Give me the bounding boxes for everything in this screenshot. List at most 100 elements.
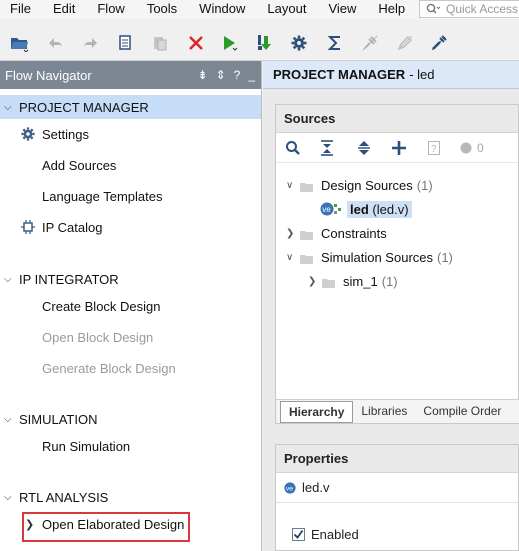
project-manager-header: PROJECT MANAGER - led <box>263 61 519 89</box>
quick-access-placeholder: Quick Access <box>446 2 519 16</box>
project-manager-area: PROJECT MANAGER - led Sources ? 0 ∨ Desi… <box>263 61 519 551</box>
svg-text:ve: ve <box>322 205 331 214</box>
nav-generate-block-design: Generate Block Design <box>42 361 176 376</box>
sources-toolbar: ? 0 <box>276 133 518 163</box>
download-icon[interactable] <box>255 33 275 53</box>
menu-edit[interactable]: Edit <box>42 0 86 19</box>
redo-icon[interactable] <box>80 33 100 53</box>
tree-design-sources[interactable]: ∨ Design Sources (1) <box>286 174 433 196</box>
settings-icon[interactable] <box>289 33 309 53</box>
gear-icon <box>21 127 35 141</box>
menu-layout[interactable]: Layout <box>256 0 317 19</box>
svg-text:ve: ve <box>286 485 293 492</box>
expand-collapse-icon[interactable]: ⇕ <box>216 67 226 83</box>
tab-compile-order[interactable]: Compile Order <box>415 401 509 423</box>
section-ip-integrator: ⌵ IP INTEGRATOR Create Block Design Open… <box>0 267 261 384</box>
no-pin-icon[interactable] <box>360 33 380 53</box>
nav-language-templates[interactable]: Language Templates <box>0 181 261 212</box>
delete-icon[interactable] <box>186 33 206 53</box>
led-source-label[interactable]: led (led.v) <box>347 200 412 218</box>
svg-text:?: ? <box>431 144 437 155</box>
tree-sim-1[interactable]: ❯ sim_1 (1) <box>308 270 398 292</box>
nav-run-simulation[interactable]: Run Simulation <box>0 431 261 462</box>
highlight-box <box>22 512 190 542</box>
collapse-all-icon[interactable]: ⇟ <box>198 67 208 83</box>
project-manager-title: PROJECT MANAGER <box>273 67 406 82</box>
help-icon[interactable]: ? <box>425 139 443 157</box>
pen-icon[interactable] <box>395 33 415 53</box>
sources-title: Sources <box>276 105 518 133</box>
main-toolbar <box>0 19 519 61</box>
flow-navigator-title: Flow Navigator <box>5 67 92 83</box>
search-icon[interactable] <box>284 139 302 157</box>
quick-access-input[interactable]: Quick Access <box>419 0 519 18</box>
flow-navigator-controls: ⇟ ⇕ ? _ <box>198 67 256 83</box>
tree-simulation-sources[interactable]: ∨ Simulation Sources (1) <box>286 246 453 268</box>
section-simulation: ⌵ SIMULATION Run Simulation <box>0 407 261 462</box>
folder-icon <box>300 180 313 192</box>
add-icon[interactable] <box>390 139 408 157</box>
folder-icon <box>300 252 313 264</box>
nav-ip-catalog[interactable]: IP Catalog <box>0 212 261 243</box>
chevron-down-icon[interactable]: ⌵ <box>4 274 19 285</box>
sigma-icon[interactable] <box>325 33 345 53</box>
tab-hierarchy[interactable]: Hierarchy <box>280 400 354 423</box>
folder-icon <box>300 228 313 240</box>
folder-icon <box>322 276 335 288</box>
tree-constraints[interactable]: ❯ Constraints <box>286 222 387 244</box>
wrench-icon[interactable] <box>429 33 449 53</box>
sources-tabs: Hierarchy Libraries Compile Order <box>276 399 519 423</box>
nav-add-sources[interactable]: Add Sources <box>0 150 261 181</box>
properties-file-name: led.v <box>302 480 330 495</box>
circle-icon <box>460 142 472 154</box>
flow-navigator-panel: Flow Navigator ⇟ ⇕ ? _ ⌵ PROJECT MANAGER… <box>0 61 262 551</box>
menu-view[interactable]: View <box>317 0 367 19</box>
sources-panel: Sources ? 0 ∨ Design Sources (1) ve led … <box>275 104 519 424</box>
enabled-label: Enabled <box>311 527 359 542</box>
section-project-manager: ⌵ PROJECT MANAGER Settings Add Sources L… <box>0 95 261 243</box>
chevron-down-icon[interactable]: ⌵ <box>4 414 19 425</box>
menu-help[interactable]: Help <box>367 0 416 19</box>
enabled-checkbox[interactable] <box>292 528 305 541</box>
paste-icon[interactable] <box>150 33 170 53</box>
run-icon[interactable] <box>220 33 240 53</box>
project-name: - led <box>409 67 435 82</box>
chevron-down-icon[interactable]: ⌵ <box>4 102 19 113</box>
tree-led[interactable]: ve led (led.v) <box>320 198 412 220</box>
chevron-right-icon[interactable]: ❯ <box>286 228 300 239</box>
chevron-down-icon[interactable]: ∨ <box>286 252 300 263</box>
menu-file[interactable]: File <box>0 0 42 19</box>
flow-navigator-header: Flow Navigator ⇟ ⇕ ? _ <box>0 61 261 89</box>
minimize-icon[interactable]: _ <box>248 67 255 83</box>
properties-file-row: ve led.v <box>276 473 518 503</box>
collapse-all-icon[interactable] <box>318 139 336 157</box>
properties-title: Properties <box>276 445 518 473</box>
verilog-icon: ve <box>320 202 342 216</box>
properties-panel: Properties ve led.v Enabled <box>275 444 519 551</box>
undo-icon[interactable] <box>46 33 66 53</box>
chevron-down-icon[interactable]: ⌵ <box>4 492 19 503</box>
status-counter: 0 <box>460 139 492 157</box>
verilog-icon: ve <box>284 481 296 494</box>
menu-tools[interactable]: Tools <box>136 0 188 19</box>
menu-flow[interactable]: Flow <box>86 0 135 19</box>
tab-libraries[interactable]: Libraries <box>353 401 415 423</box>
section-title-ip-integrator[interactable]: ⌵ IP INTEGRATOR <box>0 267 261 291</box>
search-icon <box>426 3 440 14</box>
chevron-down-icon[interactable]: ∨ <box>286 180 300 191</box>
chevron-right-icon[interactable]: ❯ <box>308 276 322 287</box>
nav-open-block-design: Open Block Design <box>42 330 154 345</box>
section-title-project-manager[interactable]: ⌵ PROJECT MANAGER <box>0 95 261 119</box>
nav-settings[interactable]: Settings <box>0 119 261 150</box>
copy-icon[interactable] <box>115 33 135 53</box>
section-title-simulation[interactable]: ⌵ SIMULATION <box>0 407 261 431</box>
section-title-rtl-analysis[interactable]: ⌵ RTL ANALYSIS <box>0 485 261 509</box>
menu-window[interactable]: Window <box>188 0 256 19</box>
checkmark-icon <box>293 529 304 539</box>
enabled-checkbox-row[interactable]: Enabled <box>292 527 359 542</box>
ip-catalog-icon <box>21 220 35 234</box>
nav-create-block-design[interactable]: Create Block Design <box>0 291 261 322</box>
expand-all-icon[interactable] <box>355 139 373 157</box>
help-icon[interactable]: ? <box>234 67 241 83</box>
open-project-icon[interactable] <box>10 33 30 53</box>
